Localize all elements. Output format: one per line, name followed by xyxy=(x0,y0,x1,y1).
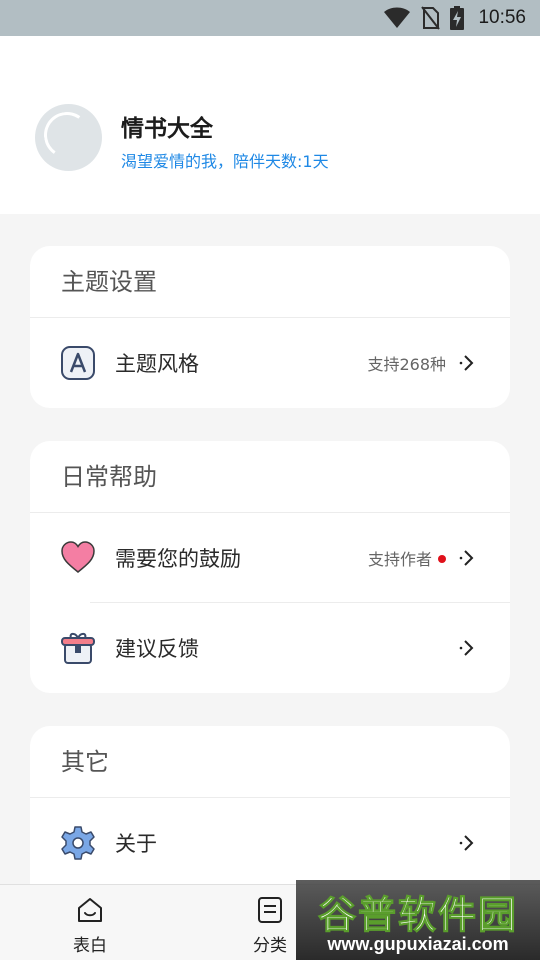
section-title-other: 其它 xyxy=(30,726,510,798)
feedback-label: 建议反馈 xyxy=(115,637,199,661)
list-icon xyxy=(258,897,282,923)
about-row[interactable]: 关于 xyxy=(30,798,510,888)
theme-style-row[interactable]: 主题风格 支持268种 xyxy=(30,318,510,408)
status-bar: 10:56 xyxy=(0,0,540,36)
profile-header: 情书大全 渴望爱情的我，陪伴天数:1天 xyxy=(0,36,540,214)
theme-a-icon xyxy=(61,346,95,380)
watermark-url: www.gupuxiazai.com xyxy=(327,934,509,954)
heart-icon xyxy=(61,541,95,573)
notification-dot xyxy=(438,555,446,563)
profile-tagline: 渴望爱情的我，陪伴天数:1天 xyxy=(121,152,329,171)
app-name: 情书大全 xyxy=(121,116,213,142)
chevron-right-icon xyxy=(459,640,474,656)
theme-count-text: 支持268种 xyxy=(367,355,446,374)
no-sim-icon xyxy=(421,6,441,30)
home-icon xyxy=(78,898,102,922)
gear-icon xyxy=(61,826,95,860)
chevron-right-icon xyxy=(459,835,474,851)
nav-confess[interactable]: 表白 xyxy=(45,885,135,960)
support-author-text: 支持作者 xyxy=(367,550,432,569)
theme-settings-card: 主题设置 主题风格 支持268种 xyxy=(30,246,510,408)
chevron-right-icon xyxy=(459,355,474,371)
chevron-right-icon xyxy=(459,550,474,566)
theme-style-label: 主题风格 xyxy=(115,352,199,376)
gift-icon xyxy=(61,632,95,664)
battery-charging-icon xyxy=(450,6,465,30)
wifi-icon xyxy=(384,7,411,28)
clock: 10:56 xyxy=(478,7,526,28)
section-title-theme: 主题设置 xyxy=(30,246,510,318)
daily-help-card: 日常帮助 需要您的鼓励 支持作者 建议反馈 xyxy=(30,441,510,693)
watermark-title: 谷普软件园 xyxy=(317,893,518,938)
about-label: 关于 xyxy=(115,832,157,856)
encourage-row[interactable]: 需要您的鼓励 支持作者 xyxy=(30,513,510,603)
watermark: 谷普软件园 www.gupuxiazai.com xyxy=(296,880,540,960)
section-title-help: 日常帮助 xyxy=(30,441,510,513)
avatar[interactable] xyxy=(35,104,102,171)
feedback-row[interactable]: 建议反馈 xyxy=(30,603,510,693)
encourage-label: 需要您的鼓励 xyxy=(115,547,241,571)
nav-confess-label: 表白 xyxy=(73,936,107,956)
